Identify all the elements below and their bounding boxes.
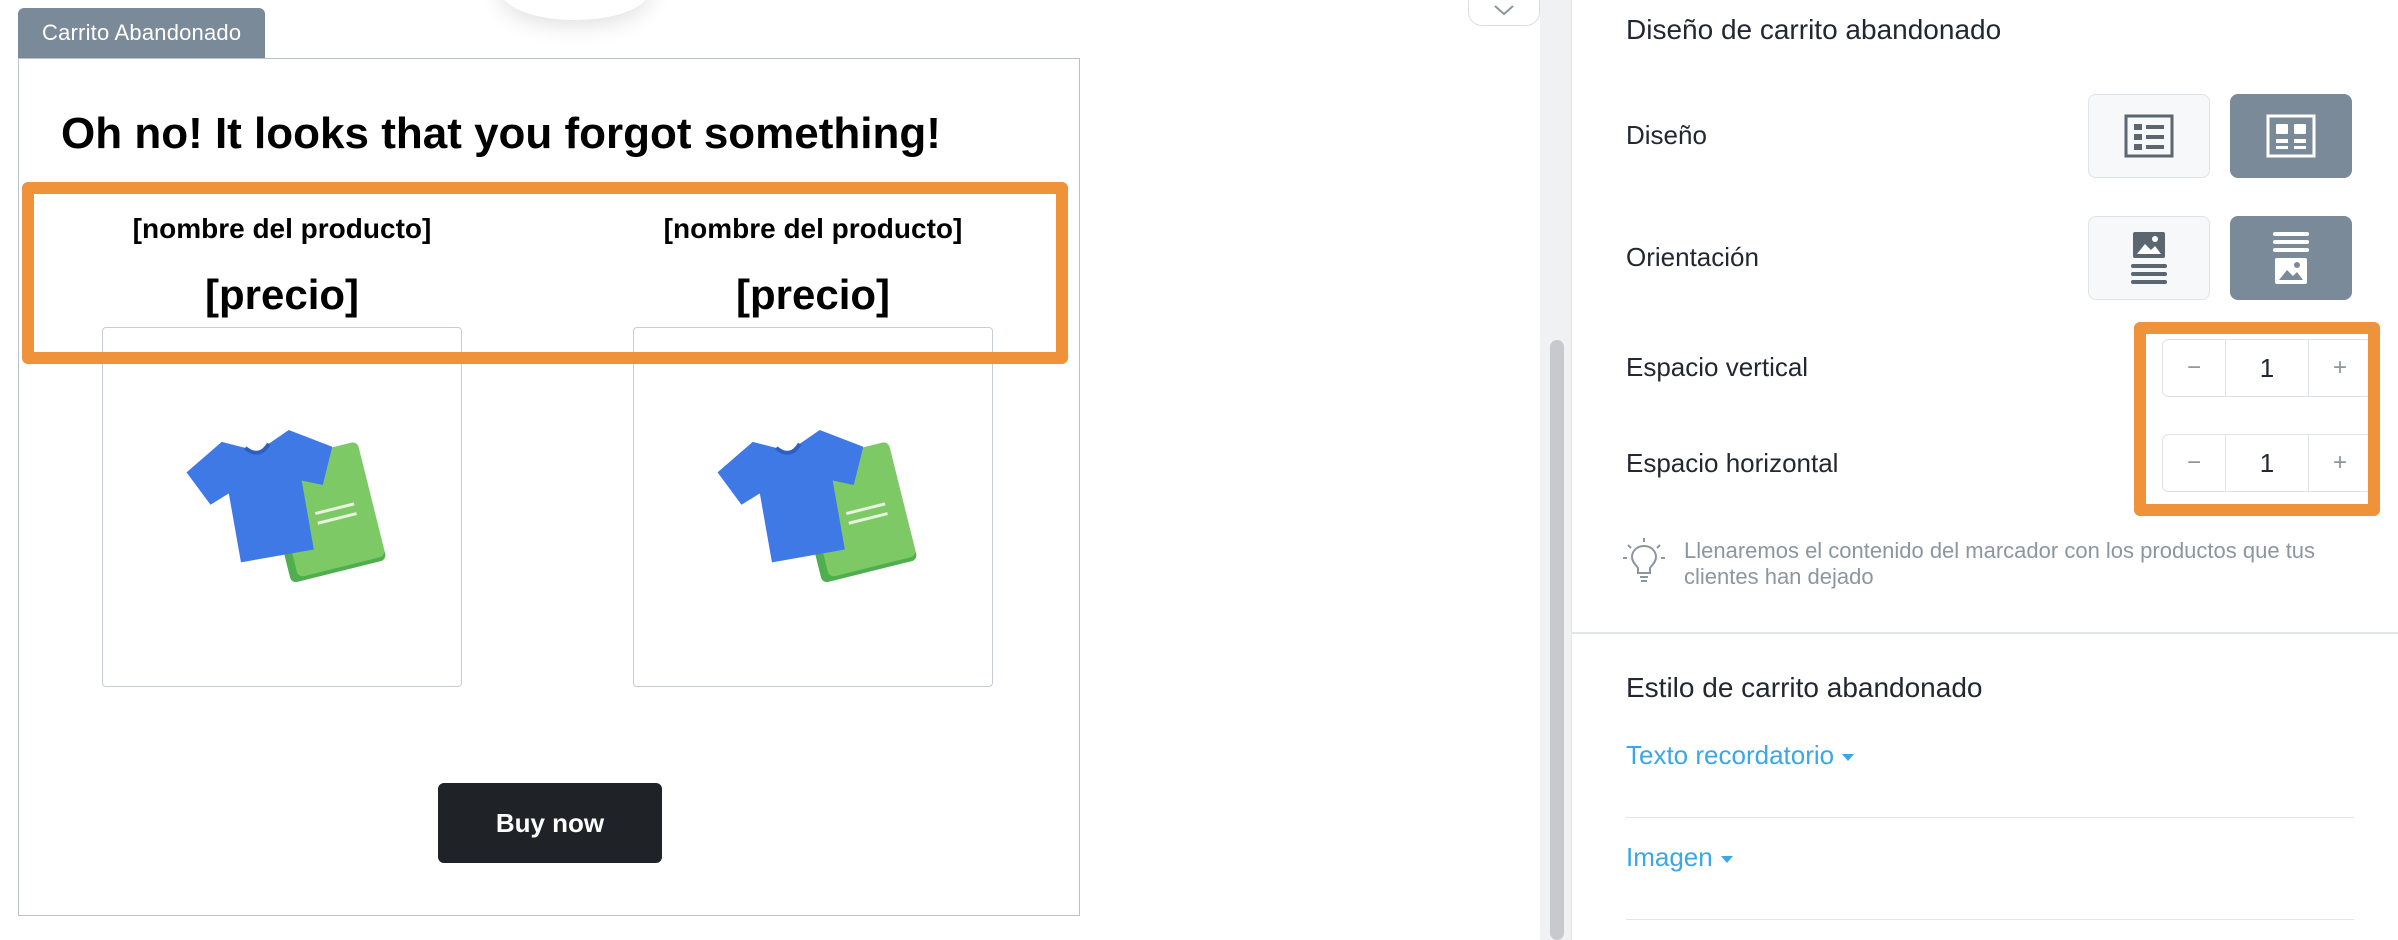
design-option-grid[interactable] (2230, 94, 2352, 178)
vertical-space-stepper[interactable]: − 1 + (2162, 339, 2372, 397)
email-heading[interactable]: Oh no! It looks that you forgot somethin… (61, 109, 941, 159)
block-tab-label[interactable]: Carrito Abandonado (18, 8, 266, 58)
product-price: [precio] (204, 271, 359, 318)
scrollbar-thumb[interactable] (1550, 340, 1564, 940)
horizontal-space-label: Espacio horizontal (1626, 448, 1839, 478)
product-name: [nombre del producto] (132, 213, 432, 244)
app-root: Carrito Abandonado Oh no! It looks that … (0, 0, 2398, 940)
decrement-button[interactable]: − (2163, 435, 2225, 491)
vertical-space-label: Espacio vertical (1626, 352, 1809, 382)
collapse-toggle-button[interactable] (1468, 0, 1540, 26)
email-editor-canvas: Carrito Abandonado Oh no! It looks that … (0, 0, 1540, 940)
lightbulb-icon (1623, 538, 1665, 582)
caret-down-icon (1842, 753, 1855, 761)
horizontal-space-stepper[interactable]: − 1 + (2162, 434, 2372, 492)
accordion-label[interactable]: Texto recordatorio (1626, 740, 1855, 771)
image-below-text-icon (2273, 232, 2309, 284)
floating-toolbar-shadow (500, 0, 650, 20)
list-layout-icon (2124, 114, 2174, 158)
grid-layout-icon (2266, 114, 2316, 158)
accordion-reminder-text[interactable]: Texto recordatorio (1626, 718, 2354, 818)
product-price: [precio] (735, 271, 890, 318)
horizontal-space-value[interactable]: 1 (2225, 435, 2309, 491)
vertical-space-value[interactable]: 1 (2225, 340, 2309, 396)
product-name: [nombre del producto] (663, 213, 963, 244)
abandoned-cart-block[interactable]: Oh no! It looks that you forgot somethin… (18, 58, 1080, 916)
accordion-image[interactable]: Imagen (1626, 820, 2354, 920)
orientation-option-image-bottom[interactable] (2230, 216, 2352, 300)
section-divider (1572, 632, 2398, 634)
settings-panel: Diseño de carrito abandonado Diseño Orie… (1572, 0, 2398, 940)
increment-button[interactable]: + (2309, 435, 2371, 491)
product-image[interactable] (102, 327, 462, 687)
design-section-title: Diseño de carrito abandonado (1626, 14, 2002, 45)
style-section-title: Estilo de carrito abandonado (1626, 672, 1983, 703)
chevron-down-icon (1494, 5, 1514, 16)
accordion-label[interactable]: Imagen (1626, 842, 1733, 873)
accordion-label-text: Imagen (1626, 842, 1713, 872)
increment-button[interactable]: + (2309, 340, 2371, 396)
buy-now-button[interactable]: Buy now (438, 783, 662, 863)
tshirt-book-illustration-icon (186, 430, 386, 583)
tshirt-book-illustration-icon (717, 430, 917, 583)
orientation-label: Orientación (1626, 242, 1759, 272)
design-option-list[interactable] (2088, 94, 2210, 178)
caret-down-icon (1720, 855, 1733, 863)
image-above-text-icon (2131, 232, 2167, 284)
decrement-button[interactable]: − (2163, 340, 2225, 396)
product-image[interactable] (633, 327, 993, 687)
design-label: Diseño (1626, 120, 1707, 150)
accordion-label-text: Texto recordatorio (1626, 740, 1835, 770)
orientation-option-image-top[interactable] (2088, 216, 2210, 300)
hint-text: Llenaremos el contenido del marcador con… (1684, 538, 2316, 589)
